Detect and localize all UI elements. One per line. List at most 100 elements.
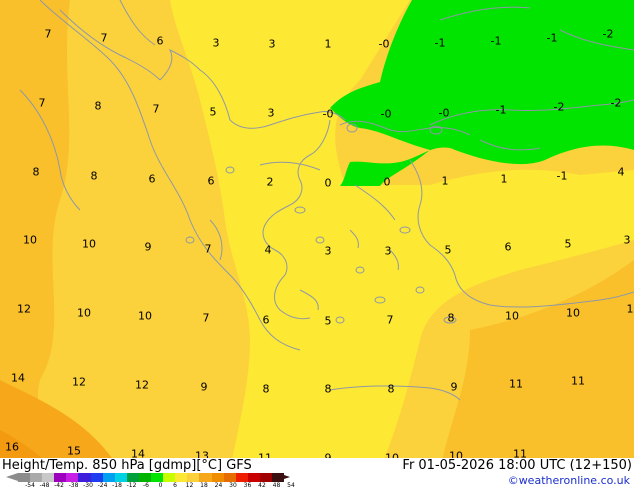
- legend-tick-label: -54: [25, 482, 35, 489]
- temp-value-label: 5: [324, 314, 332, 328]
- legend-tick-label: -6: [143, 482, 149, 489]
- temp-value-label: 14: [11, 371, 25, 385]
- temp-value-label: 11: [571, 374, 585, 388]
- temp-value-label: 9: [144, 240, 152, 254]
- temp-value-label: 7: [100, 31, 108, 45]
- temp-value-label: -0: [380, 107, 392, 121]
- legend-swatch: [151, 473, 164, 482]
- legend-swatch: [30, 473, 43, 482]
- valid-time: Fr 01-05-2026 18:00 UTC (12+150): [402, 458, 632, 473]
- temp-value-label: -1: [434, 36, 446, 50]
- temp-value-label: -0: [438, 106, 450, 120]
- temp-value-label: 7: [38, 96, 46, 110]
- temp-value-label: 10: [505, 309, 519, 323]
- legend-tick-label: 54: [287, 482, 295, 489]
- legend-tick-label: 24: [214, 482, 223, 489]
- temp-value-label: 7: [202, 311, 210, 325]
- temp-value-label: 1: [626, 302, 634, 316]
- legend-tick-label: 18: [200, 482, 208, 489]
- legend-swatch: [138, 473, 152, 482]
- legend-tick-label: -38: [68, 482, 79, 489]
- temp-value-label: -2: [553, 100, 565, 114]
- temp-value-label: 1: [441, 174, 449, 188]
- temp-value-label: 8: [94, 99, 102, 113]
- temp-value-label: 6: [148, 172, 156, 186]
- legend-tick-label: 0: [158, 482, 163, 489]
- temp-value-label: 16: [5, 440, 19, 454]
- temp-value-label: 8: [262, 382, 270, 396]
- legend-swatch: [54, 473, 67, 482]
- temp-value-label: 7: [386, 313, 394, 327]
- credit-link[interactable]: ©weatheronline.co.uk: [508, 474, 630, 487]
- temp-value-label: 8: [90, 169, 98, 183]
- temp-value-label: -1: [495, 103, 507, 117]
- map-title: Height/Temp. 850 hPa [gdmp][°C] GFS: [2, 458, 252, 473]
- temp-value-label: -1: [556, 169, 568, 183]
- temp-value-label: 10: [23, 233, 37, 247]
- temp-value-label: 4: [617, 165, 625, 179]
- legend-swatch: [126, 473, 139, 482]
- legend-swatch: [18, 473, 31, 482]
- temp-value-label: 0: [383, 175, 391, 189]
- temp-value-label: 3: [212, 36, 220, 50]
- temp-value-label: -2: [602, 27, 614, 41]
- legend-swatch: [259, 473, 272, 482]
- temp-value-label: 3: [268, 37, 276, 51]
- temp-value-label: 5: [209, 105, 217, 119]
- temp-value-label: 1: [500, 172, 508, 186]
- temp-value-label: 7: [152, 102, 160, 116]
- temp-value-label: 4: [264, 243, 272, 257]
- legend-arrow-right-icon: [278, 473, 290, 481]
- legend-swatch: [102, 473, 115, 482]
- legend-swatch: [175, 473, 188, 482]
- legend-tick-label: 12: [185, 482, 194, 489]
- temp-value-label: 1: [324, 37, 332, 51]
- legend-tick-label: -24: [97, 482, 108, 489]
- legend-tick-label: 6: [173, 482, 177, 489]
- temp-value-label: 9: [450, 380, 458, 394]
- legend-tick-label: -42: [54, 482, 64, 489]
- legend-swatch: [66, 473, 79, 482]
- temp-value-label: 3: [267, 106, 275, 120]
- legend-swatch: [163, 473, 176, 482]
- temp-value-label: 10: [566, 306, 580, 320]
- legend-tick-label: -48: [39, 482, 50, 489]
- temp-value-label: 8: [324, 382, 332, 396]
- map-canvas[interactable]: 7 7 6 3 3 1 -0 -1 -1 -1 -2 7 8 7 5 3 -0 -0 -0 -1 -2 -2 8 8 6 6 2 0 0…: [0, 0, 634, 470]
- legend-arrow-left-icon: [6, 473, 18, 481]
- temp-value-label: 15: [67, 444, 81, 458]
- legend-swatch: [199, 473, 212, 482]
- legend-swatch: [114, 473, 127, 482]
- temp-value-label: 12: [135, 378, 149, 392]
- temp-value-label: 9: [200, 380, 208, 394]
- temp-value-label: 7: [44, 27, 52, 41]
- temp-value-label: 0: [324, 176, 332, 190]
- temperature-field: [0, 0, 634, 470]
- legend-tick-label: 36: [243, 482, 252, 489]
- legend-swatch: [42, 473, 55, 482]
- legend-tick-label: -30: [83, 482, 93, 489]
- temp-value-label: -2: [610, 96, 622, 110]
- footer-bar: Height/Temp. 850 hPa [gdmp][°C] GFS Fr 0…: [0, 458, 634, 490]
- temp-value-label: 6: [207, 174, 215, 188]
- color-legend: [18, 473, 285, 482]
- temp-value-label: -1: [490, 34, 502, 48]
- legend-tick-label: -12: [126, 482, 137, 489]
- legend-swatch: [235, 473, 248, 482]
- temp-value-label: 8: [447, 311, 455, 325]
- temp-value-label: 6: [156, 34, 164, 48]
- temp-value-label: 2: [266, 175, 274, 189]
- legend-swatch: [223, 473, 236, 482]
- legend-tick-label: 30: [229, 482, 237, 489]
- temp-value-label: 3: [384, 244, 392, 258]
- legend-tick-label: 48: [272, 482, 281, 489]
- temp-value-label: 11: [509, 377, 523, 391]
- temp-value-label: 8: [387, 382, 395, 396]
- temp-value-label: -1: [546, 31, 558, 45]
- legend-swatch: [90, 473, 103, 482]
- temp-value-label: 3: [623, 233, 631, 247]
- temp-value-label: 12: [72, 375, 86, 389]
- temp-value-label: 5: [444, 243, 452, 257]
- temp-value-label: 5: [564, 237, 572, 251]
- temp-value-label: 7: [204, 242, 212, 256]
